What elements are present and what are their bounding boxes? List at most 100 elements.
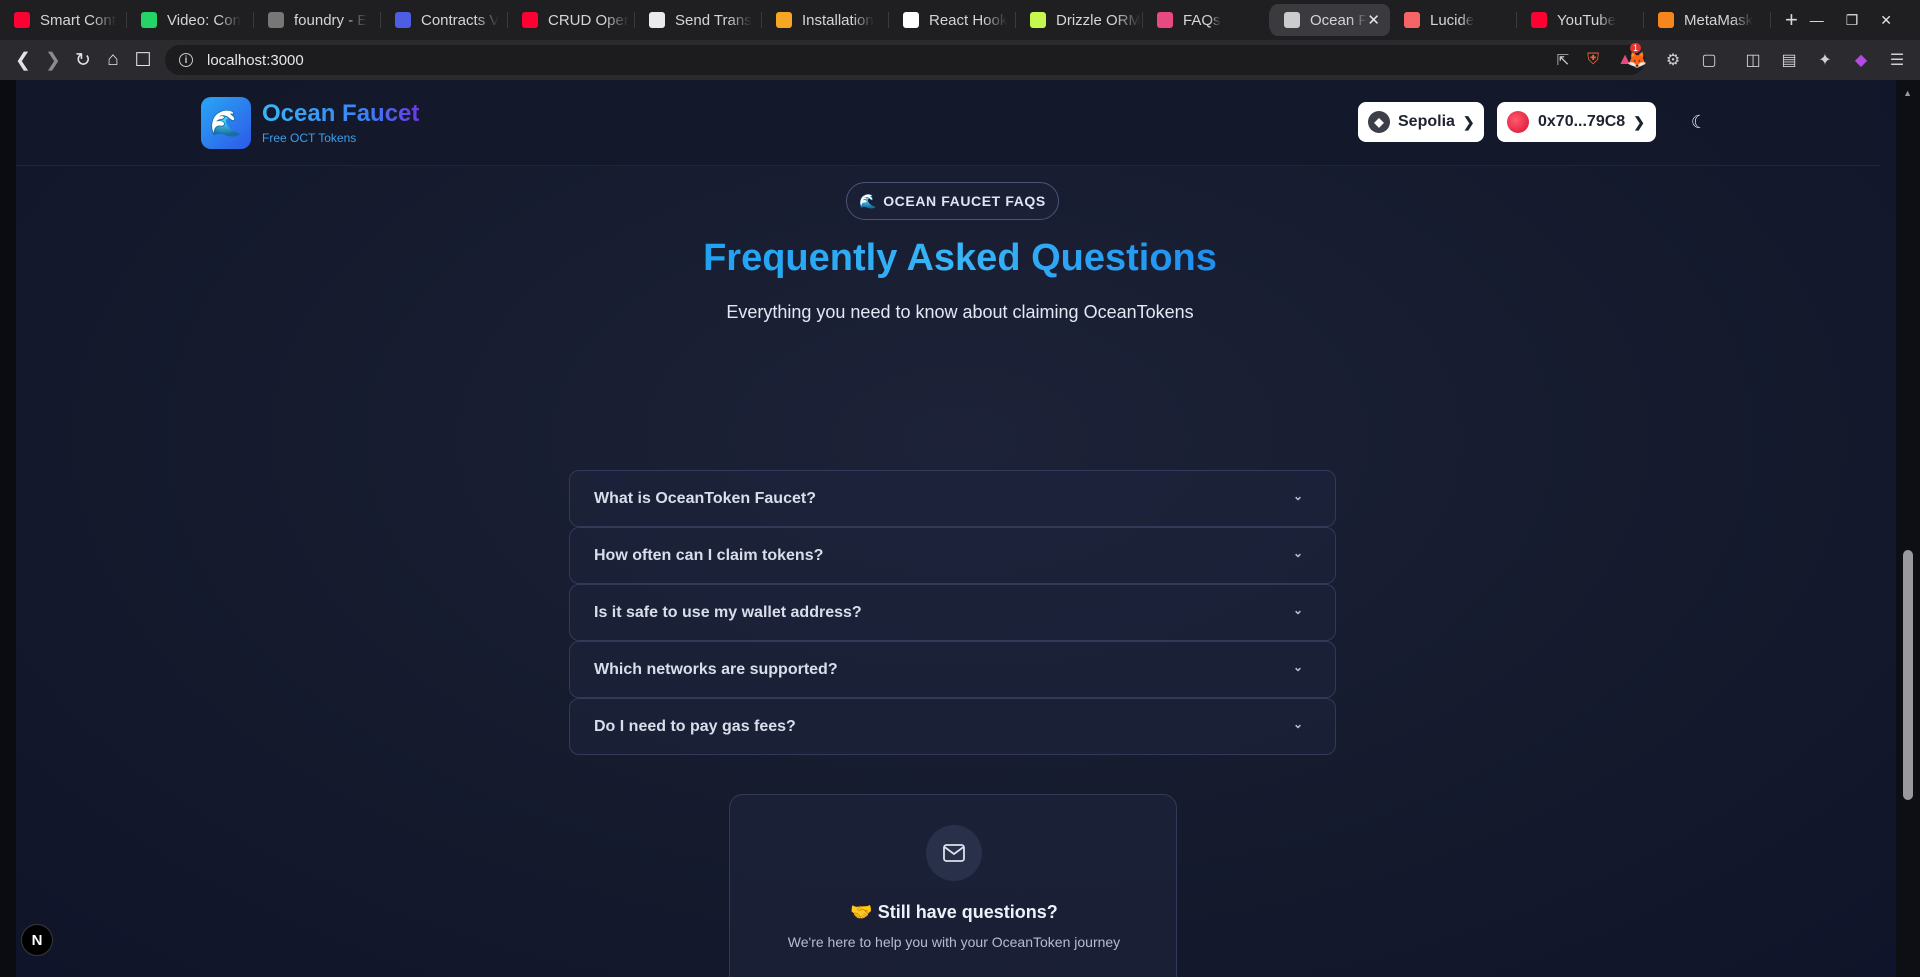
leo-ai-icon[interactable]: ✦ <box>1814 49 1836 71</box>
faq-question: Do I need to pay gas fees? <box>594 717 796 735</box>
browser-tab[interactable]: foundry - E <box>254 0 381 40</box>
faq-question: How often can I claim tokens? <box>594 546 824 564</box>
account-button[interactable]: 0x70...79C8 ❯ <box>1497 102 1656 142</box>
site-info-icon[interactable]: i <box>179 53 193 67</box>
chevron-down-icon: ⌄ <box>1292 603 1303 617</box>
close-tab-icon[interactable]: ✕ <box>1367 11 1380 29</box>
chevron-down-icon: ⌄ <box>1292 546 1303 560</box>
page-viewport: 🌊 Ocean Faucet Free OCT Tokens ◆ Sepolia… <box>0 80 1920 977</box>
minimize-icon[interactable]: — <box>1810 12 1824 28</box>
close-window-icon[interactable]: ✕ <box>1880 12 1892 29</box>
account-avatar <box>1507 111 1529 133</box>
help-card: 🤝 Still have questions? We're here to he… <box>729 794 1177 977</box>
wallet-icon[interactable]: ▤ <box>1778 49 1800 71</box>
extensions-icon[interactable]: ⚙ <box>1662 49 1684 71</box>
tab-title: foundry - E <box>294 11 368 29</box>
youtube-icon <box>522 12 538 28</box>
browser-tab[interactable]: CRUD Oper <box>508 0 635 40</box>
address-bar[interactable]: i localhost:3000 ⇱ ⛨ ▲ 1 <box>165 43 1645 75</box>
chevron-down-icon: ⌄ <box>1292 489 1303 503</box>
browser-tab[interactable]: Contracts V <box>381 0 508 40</box>
browser-tab[interactable]: Ocean F ✕ <box>1270 4 1390 36</box>
share-icon[interactable]: ⇱ <box>1557 51 1570 69</box>
brand-subtitle: Free OCT Tokens <box>262 131 357 145</box>
tab-title: Installation <box>802 11 874 29</box>
site-header: 🌊 Ocean Faucet Free OCT Tokens ◆ Sepolia… <box>16 80 1880 166</box>
browser-tab[interactable]: Installation <box>762 0 889 40</box>
browser-tab[interactable]: YouTube <box>1517 0 1644 40</box>
bookmark-icon[interactable]: ☐ <box>128 45 158 75</box>
wave-icon[interactable]: 🌊 <box>201 97 251 149</box>
moon-icon[interactable]: ☾ <box>1686 109 1712 135</box>
tab-title: Smart Cont <box>40 11 116 29</box>
tab-title: Lucide <box>1430 11 1475 29</box>
home-icon[interactable]: ⌂ <box>98 45 128 75</box>
browser-tab[interactable]: React Hook <box>889 0 1016 40</box>
account-address: 0x70...79C8 <box>1538 113 1626 130</box>
gear-icon <box>1157 12 1173 28</box>
tab-title: React Hook <box>929 11 1008 29</box>
tab-title: Drizzle ORM <box>1056 11 1141 29</box>
faq-item[interactable]: Which networks are supported? ⌄ <box>569 641 1336 698</box>
help-subtitle: We're here to help you with your OceanTo… <box>787 934 1121 950</box>
faq-item[interactable]: Is it safe to use my wallet address? ⌄ <box>569 584 1336 641</box>
mail-icon[interactable] <box>926 825 982 881</box>
rainbow-icon <box>776 12 792 28</box>
zeppelin-icon <box>395 12 411 28</box>
lucide-icon <box>1404 12 1420 28</box>
youtube-icon <box>1531 12 1547 28</box>
browser-tab[interactable]: FAQs <box>1143 0 1270 40</box>
metamask-icon[interactable]: 🦊 <box>1626 49 1648 71</box>
whatsapp-icon <box>141 12 157 28</box>
brand-title[interactable]: Ocean Faucet <box>262 100 419 128</box>
tab-title: FAQs <box>1183 11 1221 29</box>
faq-question: What is OceanToken Faucet? <box>594 489 816 507</box>
wave-emoji-icon: 🌊 <box>859 192 878 209</box>
brave-shield-icon[interactable]: ⛨ <box>1587 51 1599 69</box>
forward-icon[interactable]: ❯ <box>38 45 68 75</box>
chevron-down-icon: ⌄ <box>1292 660 1303 674</box>
help-title: 🤝 Still have questions? <box>850 902 1058 922</box>
chevron-down-icon: ❯ <box>1462 113 1475 130</box>
faq-item[interactable]: Do I need to pay gas fees? ⌄ <box>569 698 1336 755</box>
faq-question: Is it safe to use my wallet address? <box>594 603 862 621</box>
scroll-up-icon[interactable]: ▲ <box>1903 88 1912 98</box>
page-left-edge <box>0 80 16 977</box>
network-label: Sepolia <box>1398 113 1455 130</box>
network-selector-button[interactable]: ◆ Sepolia ❯ <box>1358 102 1484 142</box>
wagmi-icon <box>649 12 665 28</box>
reload-icon[interactable]: ↻ <box>68 45 98 75</box>
browser-tab[interactable]: MetaMask <box>1644 0 1771 40</box>
faq-item[interactable]: How often can I claim tokens? ⌄ <box>569 527 1336 584</box>
tab-title: YouTube <box>1557 11 1616 29</box>
menu-icon[interactable]: ☰ <box>1886 49 1908 71</box>
foundry-icon <box>268 12 284 28</box>
maximize-icon[interactable]: ❐ <box>1846 12 1859 29</box>
new-tab-icon[interactable]: + <box>1785 7 1798 33</box>
handshake-icon: 🤝 <box>850 902 873 922</box>
browser-tab[interactable]: Drizzle ORM <box>1016 0 1143 40</box>
faq-question: Which networks are supported? <box>594 660 838 678</box>
browser-tab[interactable]: Send Trans <box>635 0 762 40</box>
faq-item[interactable]: What is OceanToken Faucet? ⌄ <box>569 470 1336 527</box>
scrollbar-thumb[interactable] <box>1903 550 1913 800</box>
tab-strip: Smart Cont Video: Con foundry - E Contracts… <box>0 0 1771 40</box>
browser-toolbar: ❮ ❯ ↻ ⌂ ☐ i localhost:3000 ⇱ ⛨ ▲ 1 🦊 ⚙ ▢… <box>0 40 1920 80</box>
nextjs-dev-indicator[interactable]: N <box>21 924 53 956</box>
browser-tab-bar: Smart Cont Video: Con foundry - E Contracts… <box>0 0 1920 40</box>
extensions-area: 🦊 ⚙ ▢ ◫ ▤ ✦ ◆ ☰ <box>1626 45 1908 75</box>
browser-tab[interactable]: Smart Cont <box>0 0 127 40</box>
tab-title: CRUD Oper <box>548 11 629 29</box>
browser-tab[interactable]: Lucide <box>1390 0 1517 40</box>
vpn-icon[interactable]: ◆ <box>1850 49 1872 71</box>
scrollbar[interactable]: ▲ <box>1896 80 1920 977</box>
back-icon[interactable]: ❮ <box>8 45 38 75</box>
metamask-icon <box>1658 12 1674 28</box>
screenshot-icon[interactable]: ▢ <box>1698 49 1720 71</box>
react-hook-form-icon <box>903 12 919 28</box>
sidebar-icon[interactable]: ◫ <box>1742 49 1764 71</box>
tab-title: Ocean F <box>1310 11 1368 29</box>
browser-tab[interactable]: Video: Con <box>127 0 254 40</box>
drizzle-icon <box>1030 12 1046 28</box>
tab-title: Video: Con <box>167 11 241 29</box>
